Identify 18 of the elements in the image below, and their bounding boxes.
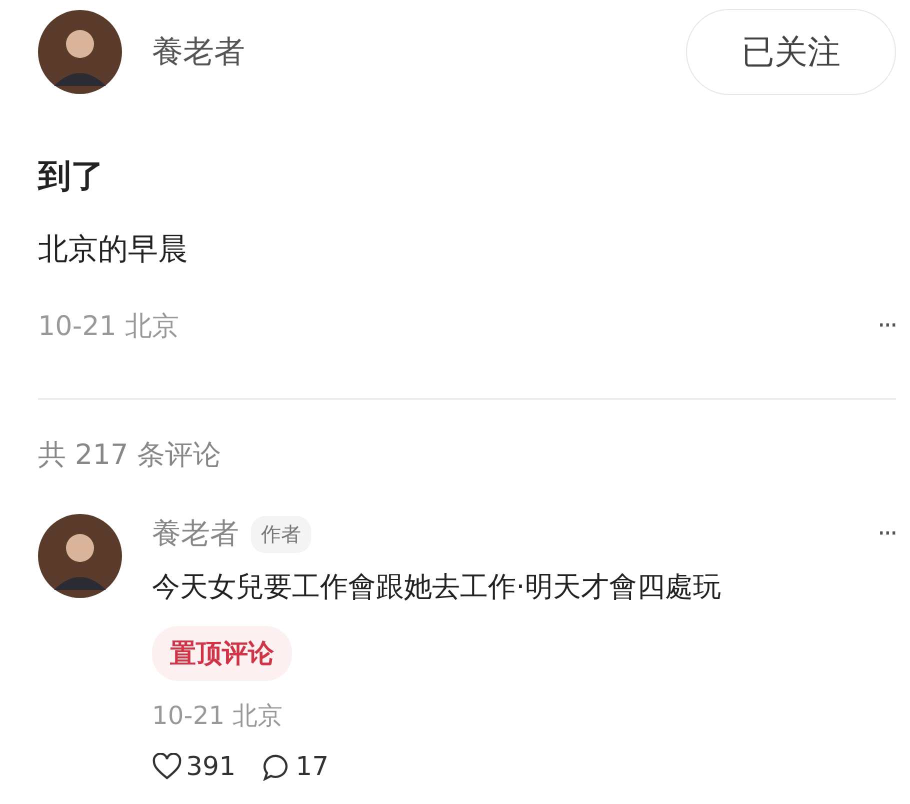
post-meta: 10-21 北京 [38, 310, 180, 344]
more-button[interactable]: ··· [877, 311, 896, 341]
commenter-name[interactable]: 養老者 [152, 514, 239, 554]
avatar-icon[interactable] [38, 10, 122, 94]
more-button[interactable]: ··· [877, 519, 896, 549]
author-badge: 作者 [251, 516, 311, 552]
comment-text: 今天女兒要工作會跟她去工作·明天才會四處玩 [152, 569, 721, 605]
avatar-icon[interactable] [38, 514, 122, 598]
reply-button[interactable]: 17 [262, 752, 329, 782]
heart-icon [152, 753, 182, 781]
comment-count: 共 217 条评论 [38, 437, 222, 473]
post-title: 到了 [38, 155, 105, 197]
post-body: 北京的早晨 [38, 231, 189, 269]
comment-meta: 10-21 北京 [152, 700, 283, 732]
follow-button[interactable]: 已关注 [686, 9, 896, 95]
pinned-tag: 置顶评论 [152, 626, 292, 681]
author-name[interactable]: 養老者 [152, 31, 245, 73]
like-button[interactable]: 391 [152, 752, 236, 782]
